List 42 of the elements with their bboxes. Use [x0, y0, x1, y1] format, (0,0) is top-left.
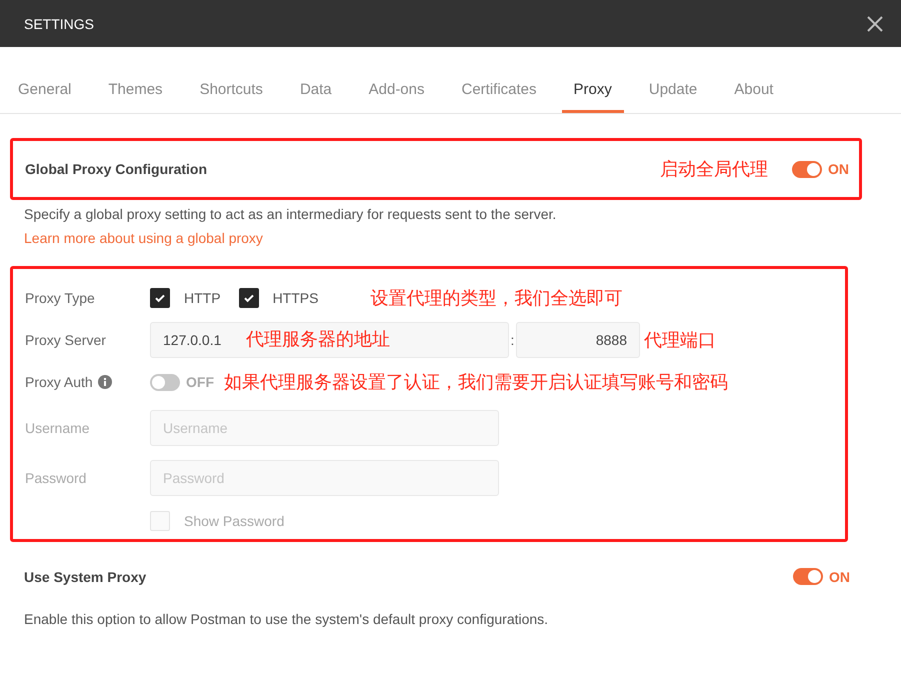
- checkmark-icon: [154, 292, 166, 304]
- tab[interactable]: About: [722, 81, 786, 113]
- info-icon[interactable]: [98, 375, 112, 389]
- field-label: Proxy Type: [25, 290, 96, 306]
- field-label: Proxy Server: [25, 332, 107, 348]
- port-field[interactable]: 8888: [516, 322, 640, 358]
- checkbox[interactable]: [150, 288, 170, 308]
- checkbox-label: Show Password: [184, 513, 284, 529]
- tab[interactable]: Proxy: [562, 81, 624, 113]
- tab[interactable]: Add-ons: [356, 81, 436, 113]
- global-proxy-toggle[interactable]: [792, 160, 822, 178]
- system-proxy-toggle[interactable]: [793, 568, 823, 585]
- annotation-text: 代理端口: [644, 329, 716, 352]
- annotation-text: 如果代理服务器设置了认证，我们需要开启认证填写账号和密码: [224, 371, 728, 394]
- toggle-state-label: ON: [828, 161, 849, 177]
- proxy-auth-toggle[interactable]: [150, 374, 180, 390]
- checkbox[interactable]: [238, 288, 259, 308]
- tab[interactable]: Themes: [96, 81, 175, 113]
- description-text: Enable this option to allow Postman to use the system's default proxy configurations.: [24, 611, 550, 627]
- checkmark-icon: [242, 292, 255, 304]
- field-label: Proxy Auth: [25, 374, 93, 390]
- annotation-text: 代理服务器的地址: [246, 328, 390, 351]
- window-title: SETTINGS: [24, 16, 94, 32]
- tab[interactable]: Shortcuts: [188, 81, 275, 113]
- toggle-state-label: OFF: [186, 374, 214, 390]
- annotation-text: 启动全局代理: [660, 158, 768, 181]
- field-label: Username: [25, 420, 91, 436]
- checkbox-label: HTTP: [184, 290, 221, 306]
- description-text: Specify a global proxy setting to act as an intermediary for requests sent to the server.: [24, 206, 558, 222]
- field-label: Password: [25, 470, 88, 486]
- annotation-text: 设置代理的类型，我们全选即可: [370, 287, 622, 310]
- section-title: Use System Proxy: [24, 568, 148, 584]
- learn-more-link[interactable]: Learn more about using a global proxy: [24, 230, 263, 246]
- tab[interactable]: Update: [636, 81, 710, 113]
- tab[interactable]: Certificates: [450, 81, 549, 113]
- toggle-state-label: ON: [829, 568, 850, 584]
- tab[interactable]: Data: [288, 81, 344, 113]
- close-icon[interactable]: [867, 16, 883, 32]
- section-title: Global Proxy Configuration: [25, 161, 208, 177]
- tab[interactable]: General: [6, 81, 84, 113]
- checkbox-label: HTTPS: [272, 290, 318, 306]
- separator-text: :: [510, 332, 516, 348]
